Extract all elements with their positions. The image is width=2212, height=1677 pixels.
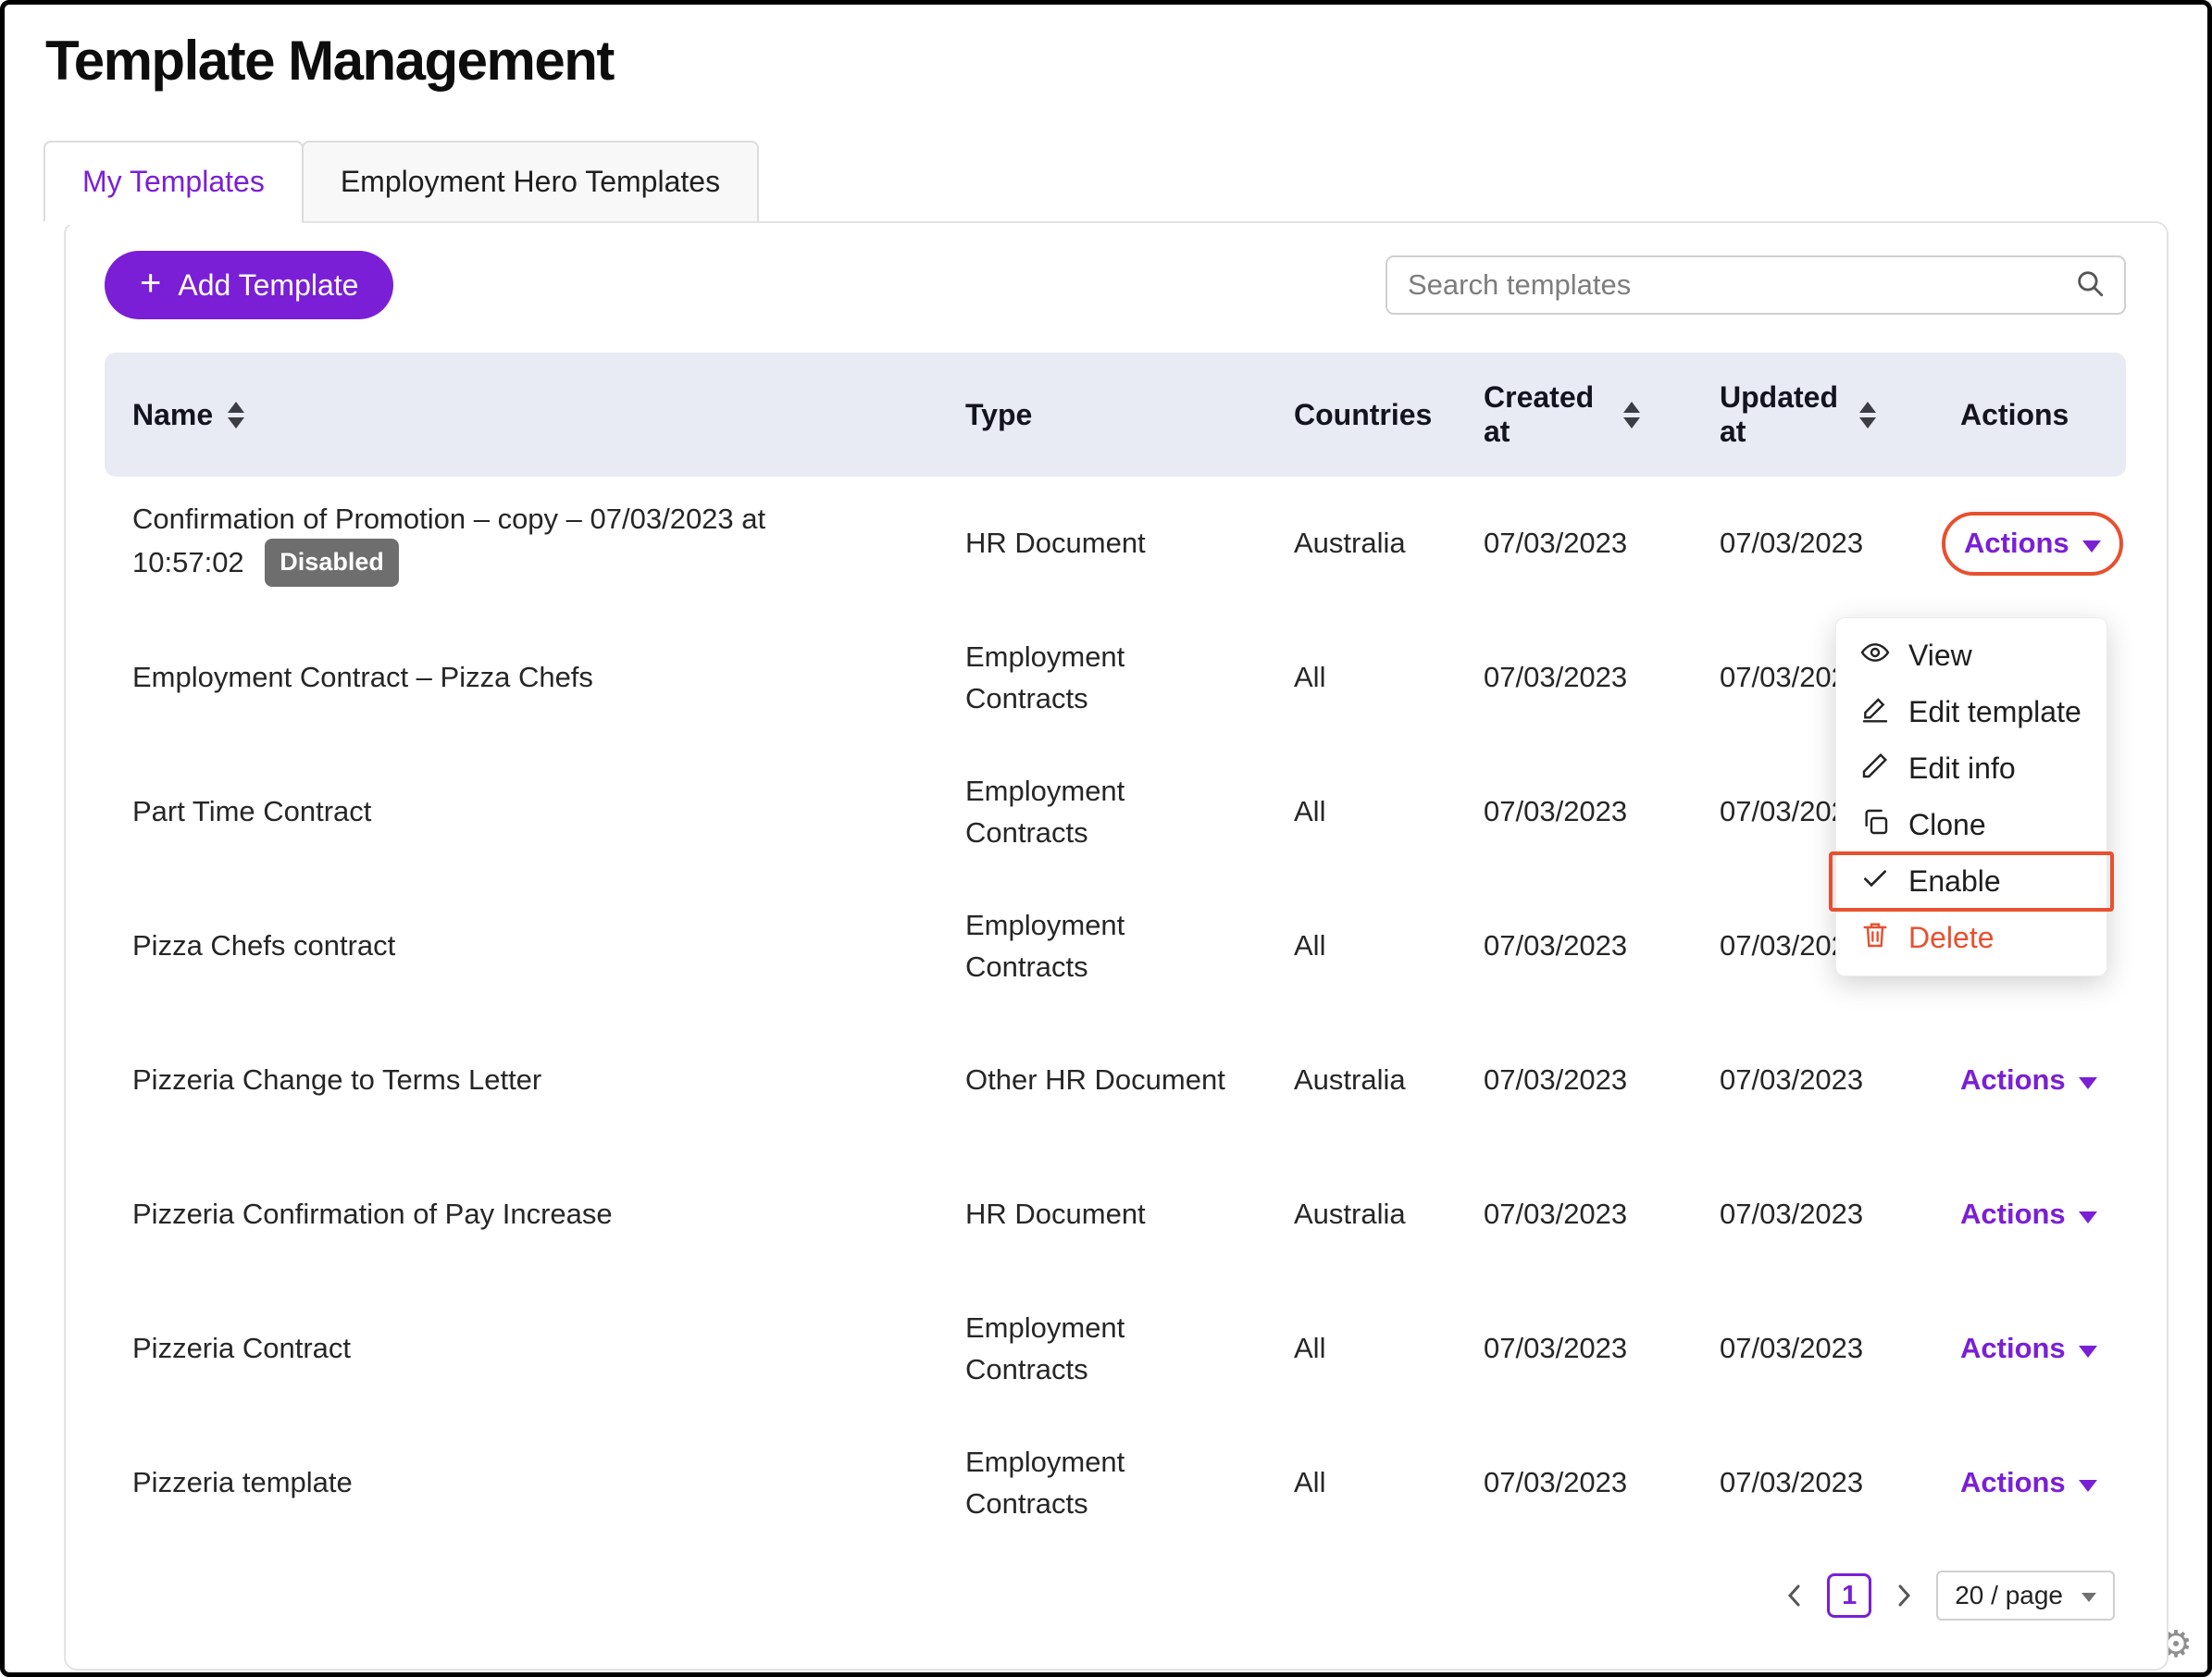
chevron-down-icon [2079,1480,2097,1492]
template-created-at: 07/03/2023 [1484,657,1720,699]
table-row: Confirmation of Promotion – copy – 07/03… [105,477,2126,611]
chevron-down-icon [2082,540,2101,553]
template-updated-at: 07/03/2023 [1720,1462,1960,1504]
template-type: Employment Contracts [965,771,1294,854]
actions-dropdown-menu: View Edit template Edit info Clone [1835,617,2107,976]
menu-item-clone[interactable]: Clone [1836,797,2106,853]
chevron-down-icon [2079,1211,2097,1224]
column-header-actions: Actions [1960,398,2126,432]
actions-button[interactable]: Actions [1960,1462,2097,1504]
template-name-cell: Confirmation of Promotion – copy – 07/03… [132,499,965,588]
template-created-at: 07/03/2023 [1484,1328,1720,1370]
table-row: Pizzeria Change to Terms Letter Other HR… [105,1013,2126,1148]
annotation-highlight-ellipse: Actions [1942,512,2123,576]
table-row: Part Time Contract Employment Contracts … [105,745,2126,879]
column-header-created-at[interactable]: Created at [1484,380,1720,449]
template-updated-at: 07/03/2023 [1720,1060,1960,1101]
template-created-at: 07/03/2023 [1484,1194,1720,1236]
actions-button[interactable]: Actions [1964,523,2101,565]
template-type: Employment Contracts [965,1308,1294,1391]
pagination: 1 20 / page [66,1571,2115,1621]
toolbar: + Add Template [105,251,2126,319]
template-type: Employment Contracts [965,905,1294,988]
column-header-type: Type [965,398,1294,432]
template-name: Part Time Contract [132,791,965,833]
template-type: Other HR Document [965,1060,1294,1101]
template-name: Pizzeria Confirmation of Pay Increase [132,1194,965,1236]
edit-template-icon [1860,694,1890,731]
template-countries: Australia [1294,523,1484,565]
template-name: Pizzeria template [132,1462,965,1504]
plus-icon: + [140,265,161,302]
chevron-down-icon [2079,1077,2097,1089]
template-countries: Australia [1294,1194,1484,1236]
template-name: Pizzeria Contract [132,1328,965,1370]
pencil-icon [1860,751,1890,788]
menu-item-enable[interactable]: Enable [1836,853,2106,910]
menu-item-edit-info[interactable]: Edit info [1836,740,2106,797]
clone-icon [1860,807,1890,844]
tab-bar: My Templates Employment Hero Templates [43,141,2207,221]
template-countries: All [1294,1462,1484,1504]
template-type: HR Document [965,1194,1294,1236]
template-created-at: 07/03/2023 [1484,1060,1720,1101]
table-row: Employment Contract – Pizza Chefs Employ… [105,611,2126,745]
template-updated-at: 07/03/2023 [1720,523,1960,565]
template-name: Confirmation of Promotion – copy – 07/03… [132,503,765,578]
current-page-indicator[interactable]: 1 [1827,1573,1871,1618]
template-type: HR Document [965,523,1294,565]
status-badge: Disabled [265,539,399,586]
template-created-at: 07/03/2023 [1484,523,1720,565]
search-icon [2074,267,2106,304]
template-countries: All [1294,657,1484,699]
template-updated-at: 07/03/2023 [1720,1328,1960,1370]
table-row: Pizzeria Confirmation of Pay Increase HR… [105,1148,2126,1282]
template-created-at: 07/03/2023 [1484,925,1720,967]
template-name: Pizza Chefs contract [132,925,965,967]
template-created-at: 07/03/2023 [1484,791,1720,833]
eye-icon [1860,638,1890,675]
table-body: Confirmation of Promotion – copy – 07/03… [105,477,2126,1550]
template-name: Employment Contract – Pizza Chefs [132,657,965,699]
column-header-name[interactable]: Name [132,398,965,432]
template-type: Employment Contracts [965,1442,1294,1525]
column-header-updated-at[interactable]: Updated at [1720,380,1960,449]
template-countries: All [1294,1328,1484,1370]
tab-employment-hero-templates[interactable]: Employment Hero Templates [302,141,759,221]
check-icon [1860,863,1890,901]
menu-item-delete[interactable]: Delete [1836,910,2106,966]
template-countries: Australia [1294,1060,1484,1101]
search-box [1386,255,2126,315]
next-page-button[interactable] [1890,1577,1918,1614]
template-name: Pizzeria Change to Terms Letter [132,1060,965,1101]
template-countries: All [1294,925,1484,967]
table-row: Pizzeria Contract Employment Contracts A… [105,1282,2126,1416]
actions-button[interactable]: Actions [1960,1328,2097,1370]
template-created-at: 07/03/2023 [1484,1462,1720,1504]
template-countries: All [1294,791,1484,833]
actions-button[interactable]: Actions [1960,1194,2097,1236]
sort-icon[interactable] [1859,402,1876,429]
page-size-select[interactable]: 20 / page [1936,1571,2115,1621]
actions-button[interactable]: Actions [1960,1060,2097,1101]
template-updated-at: 07/03/2023 [1720,1194,1960,1236]
page-title: Template Management [45,29,2207,93]
chevron-down-icon [2079,1346,2097,1358]
menu-item-edit-template[interactable]: Edit template [1836,684,2106,740]
column-header-countries: Countries [1294,398,1484,432]
search-input[interactable] [1406,267,2074,303]
add-template-button[interactable]: + Add Template [105,251,393,319]
table-row: Pizzeria template Employment Contracts A… [105,1416,2126,1550]
table-row: Pizza Chefs contract Employment Contract… [105,879,2126,1013]
template-type: Employment Contracts [965,637,1294,720]
tab-my-templates[interactable]: My Templates [43,141,304,221]
previous-page-button[interactable] [1781,1577,1808,1614]
menu-item-view[interactable]: View [1836,627,2106,684]
chevron-down-icon [2082,1593,2096,1602]
table-header: Name Type Countries Created at Updated a… [105,353,2126,477]
sort-icon[interactable] [1623,402,1640,429]
trash-icon [1860,920,1890,957]
sort-icon[interactable] [228,402,244,429]
